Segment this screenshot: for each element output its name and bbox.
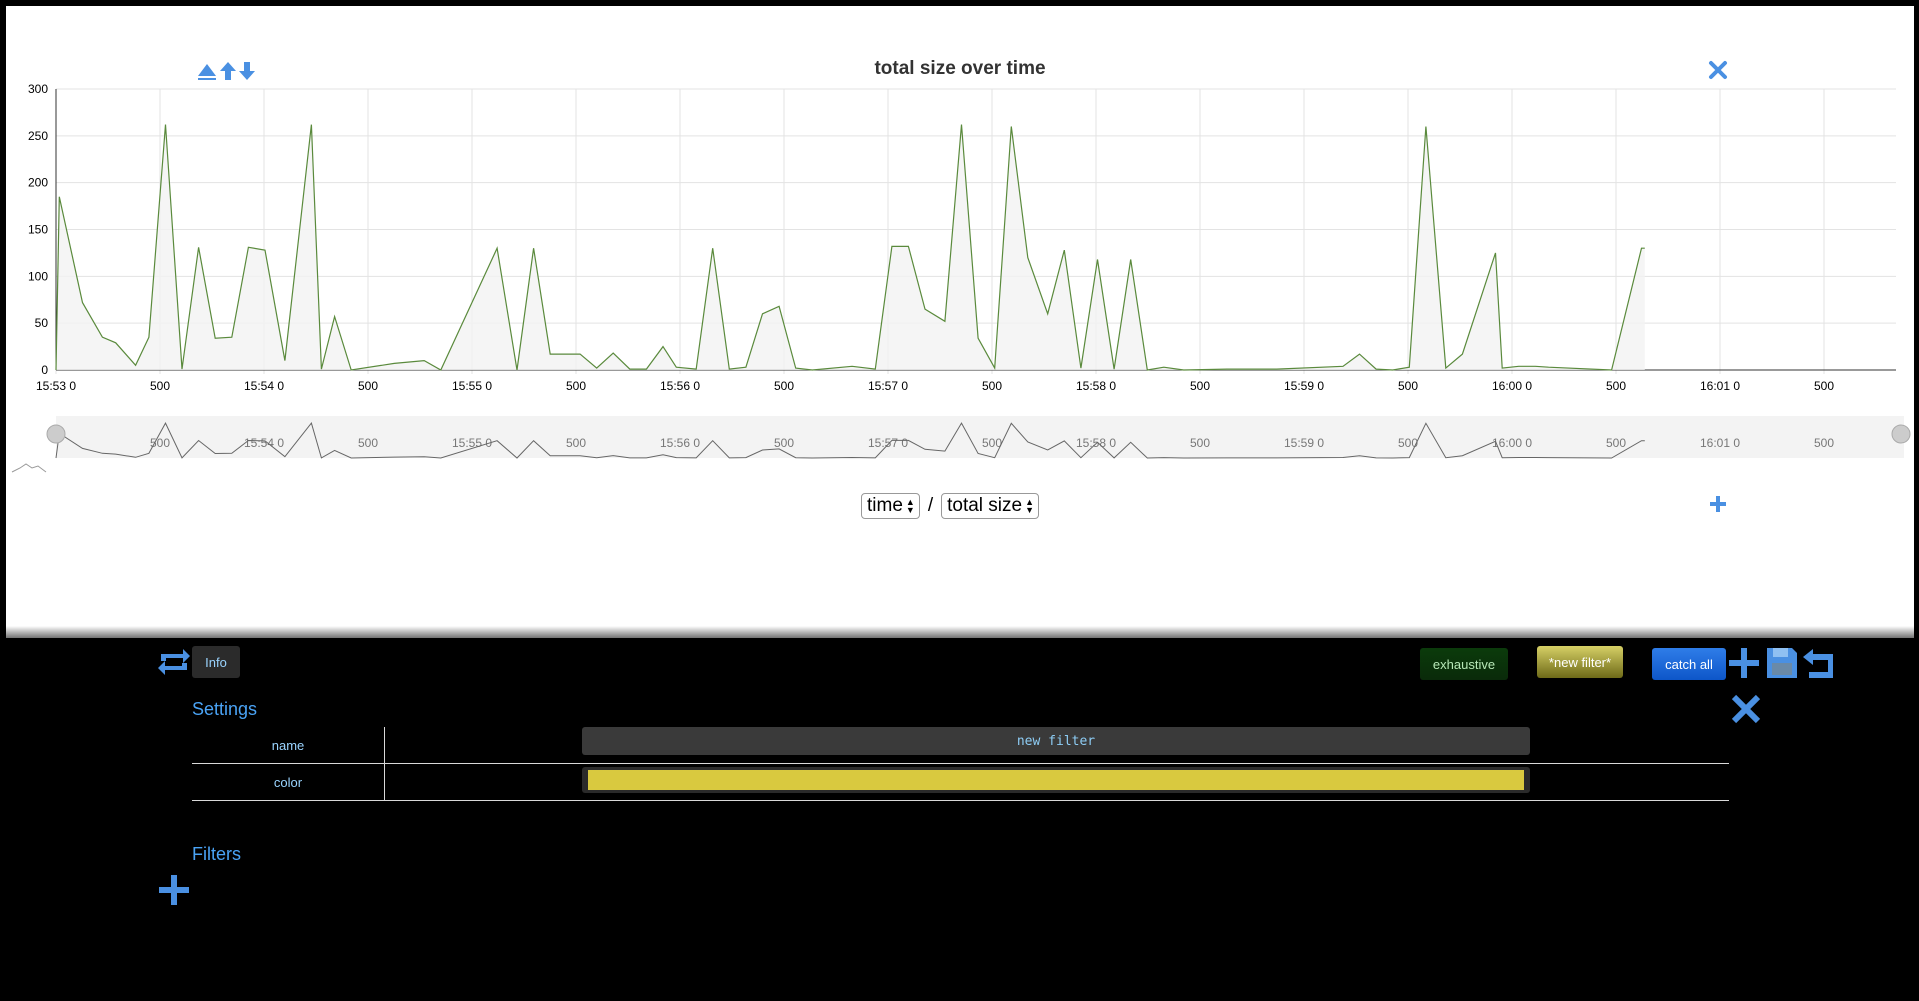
settings-table: name new filter color <box>192 727 1729 801</box>
filters-title: Filters <box>192 844 241 864</box>
exhaustive-button[interactable]: exhaustive <box>1420 648 1508 680</box>
refresh-icon[interactable] <box>157 647 191 682</box>
overview-chart[interactable]: 500 15:54 0 500 15:55 0 500 15:56 0 500 15:57 0… <box>6 6 1914 476</box>
row-divider <box>384 727 385 764</box>
x-axis-select[interactable]: time ▲ ▼ <box>861 493 920 519</box>
overview-tick-label: 500 <box>1190 436 1210 450</box>
info-button[interactable]: Info <box>192 646 240 678</box>
color-swatch <box>588 770 1524 790</box>
y-axis-select[interactable]: total size ▲ ▼ <box>941 493 1040 519</box>
chart-panel: total size over time 300 250 200 150 100 50 0 1… <box>6 6 1914 638</box>
add-chart-plus-icon[interactable] <box>1708 494 1728 519</box>
color-label: color <box>273 774 303 790</box>
axis-separator: / <box>927 495 934 516</box>
settings-title: Settings <box>192 699 258 719</box>
overview-tick-label: 500 <box>566 436 586 450</box>
overview-tick-label: 500 <box>358 436 378 450</box>
overview-handle-left <box>46 424 66 444</box>
undo-icon[interactable] <box>1801 647 1835 684</box>
overview-handle-right <box>1891 424 1911 444</box>
axis-selectors: time ▲ ▼ / total size ▲ ▼ <box>861 493 1040 519</box>
overview-tick-label: 16:01 0 <box>1700 436 1740 450</box>
overview-tick-label: 500 <box>1814 436 1834 450</box>
settings-row-name: name new filter <box>192 727 1729 764</box>
select-arrows-icon: ▲ ▼ <box>905 497 915 515</box>
overview-tick-label: 15:54 0 <box>244 436 284 450</box>
overview-mini-chart-icon <box>11 463 47 473</box>
x-axis-select-value: time <box>867 495 903 516</box>
settings-row-color: color <box>192 764 1729 801</box>
overview-tick-label: 500 <box>1606 436 1626 450</box>
overview-tick-label: 500 <box>774 436 794 450</box>
overview-tick-label: 15:59 0 <box>1284 436 1324 450</box>
name-label: name <box>271 737 305 753</box>
y-axis-select-value: total size <box>947 495 1023 516</box>
save-icon[interactable] <box>1765 646 1799 685</box>
select-arrows-icon: ▲ ▼ <box>1025 497 1035 515</box>
new-filter-button[interactable]: *new filter* <box>1537 646 1623 678</box>
name-field[interactable]: new filter <box>582 727 1530 755</box>
add-filter-plus-icon[interactable] <box>157 873 191 912</box>
plus-icon[interactable] <box>1727 646 1761 685</box>
catch-all-button[interactable]: catch all <box>1652 648 1726 680</box>
row-divider <box>384 764 385 801</box>
overview-tick-label: 500 <box>150 436 170 450</box>
close-icon[interactable] <box>1730 693 1762 730</box>
overview-tick-label: 500 <box>1398 436 1418 450</box>
color-field[interactable] <box>582 767 1530 793</box>
overview-tick-label: 15:57 0 <box>868 436 908 450</box>
overview-tick-label: 15:56 0 <box>660 436 700 450</box>
